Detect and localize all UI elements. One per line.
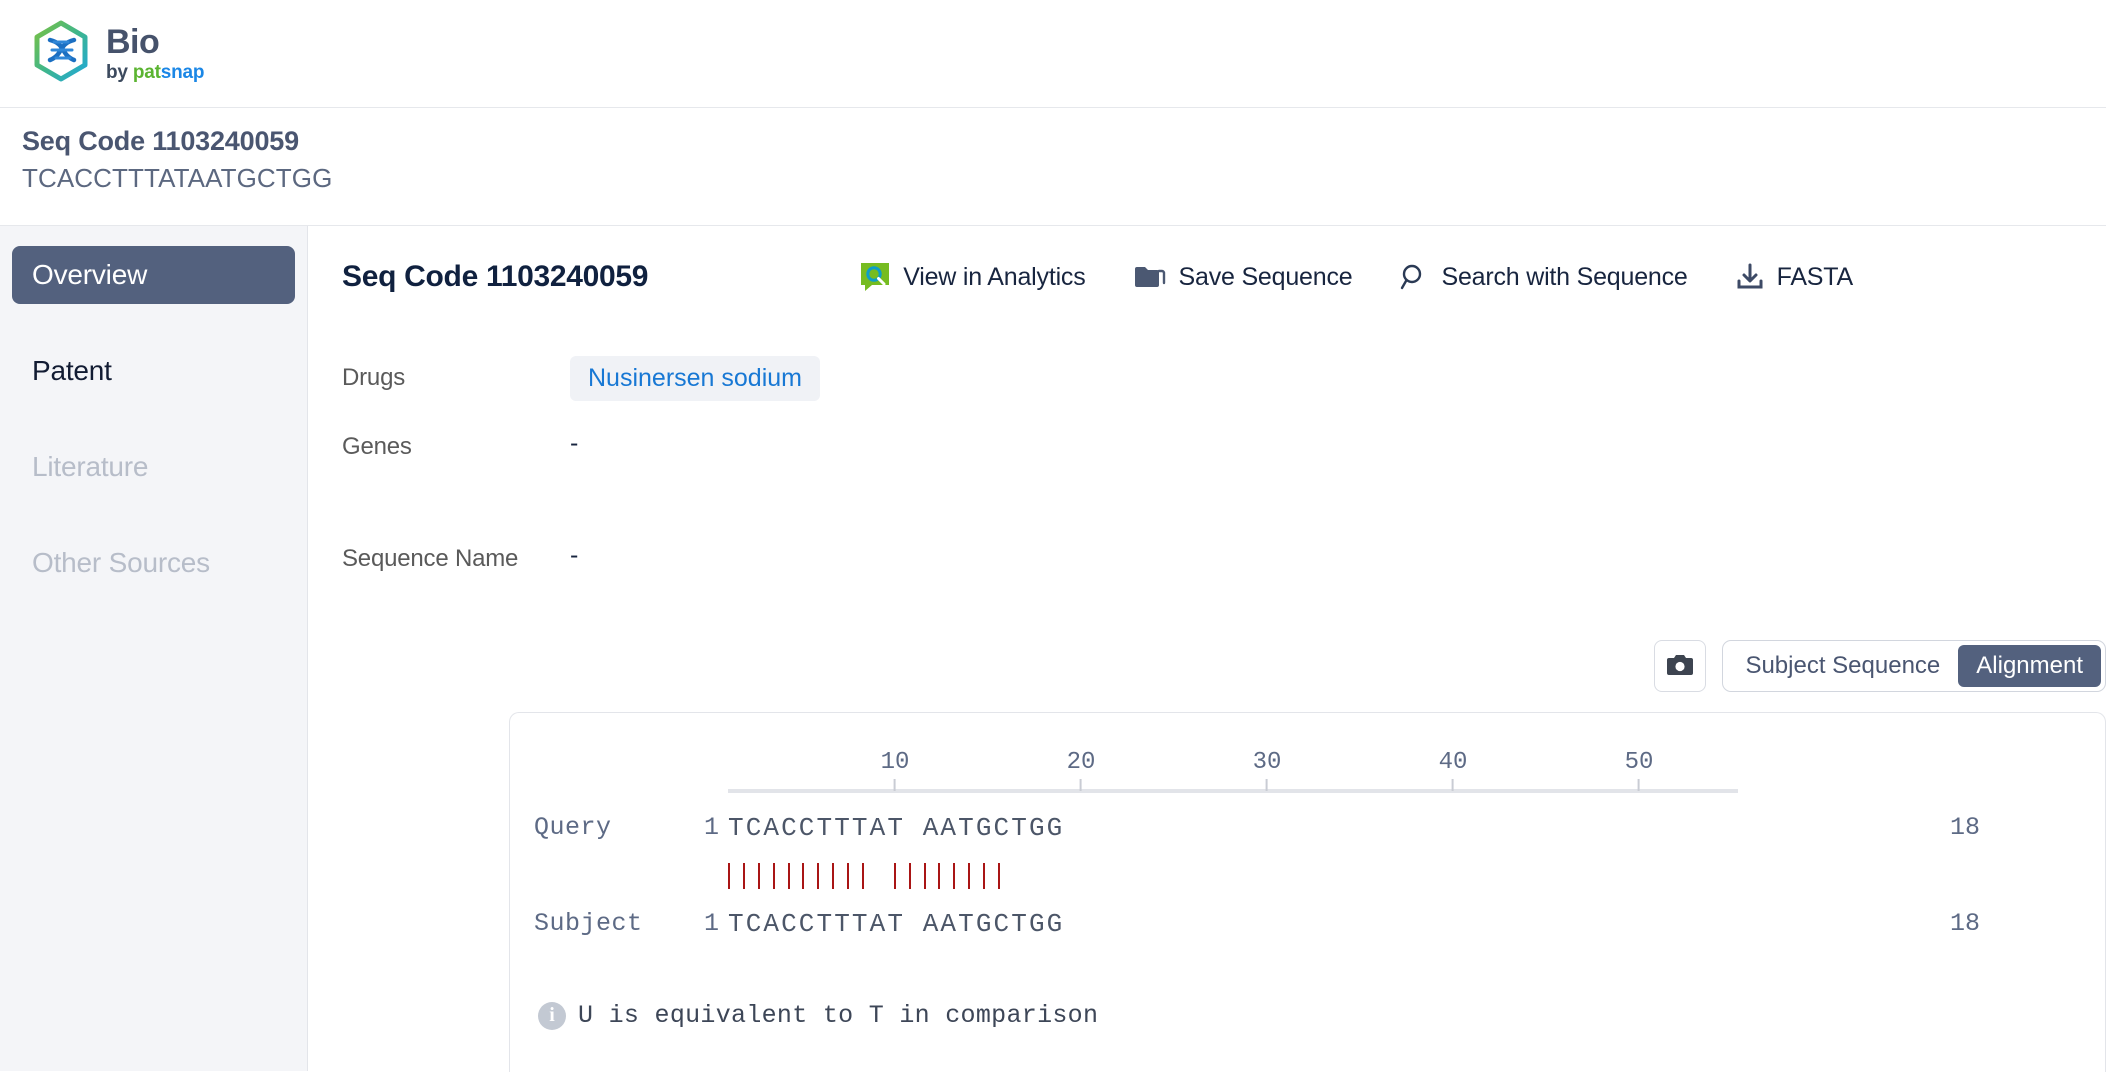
fasta-download-button[interactable]: FASTA — [1736, 263, 1853, 292]
app-page: Bio by patsnap Seq Code 1103240059 TCACC… — [0, 0, 2106, 1072]
tick-mark — [894, 779, 896, 791]
info-table: Drugs Nusinersen sodium Genes - Sequence… — [342, 356, 2106, 573]
sequence-header: Seq Code 1103240059 TCACCTTTATAATGCTGG — [0, 108, 2106, 226]
match-bar — [968, 863, 971, 889]
sidebar-item-overview[interactable]: Overview — [12, 246, 295, 304]
match-bar — [772, 863, 775, 889]
screenshot-button[interactable] — [1654, 640, 1707, 692]
fasta-label: FASTA — [1776, 262, 1854, 291]
brand-pat: pat — [132, 62, 161, 83]
subject-end: 18 — [1950, 909, 1981, 938]
sequence-header-title: Seq Code 1103240059 — [22, 126, 299, 156]
drug-chip[interactable]: Nusinersen sodium — [570, 356, 820, 401]
match-bar — [893, 863, 896, 889]
sidebar-item-label: Overview — [32, 259, 148, 290]
sidebar: Overview Patent Literature Other Sources — [0, 226, 308, 1071]
match-bar — [938, 863, 941, 889]
view-mode-toggle: Subject Sequence Alignment — [1722, 640, 2106, 692]
query-sequence: TCACCTTTAT AATGCTGG — [728, 813, 1065, 843]
ruler-tick-10: 10 — [881, 751, 909, 791]
match-bar — [742, 863, 745, 889]
match-bar — [832, 863, 835, 889]
save-sequence-label: Save Sequence — [1178, 262, 1353, 291]
camera-icon — [1665, 654, 1695, 678]
search-icon — [1400, 263, 1428, 291]
ruler-baseline — [728, 789, 1738, 793]
genes-value: - — [570, 425, 578, 458]
info-icon: i — [538, 1001, 566, 1030]
info-row-sequence-name: Sequence Name - — [342, 537, 2106, 573]
query-start: 1 — [703, 813, 719, 842]
sequence-name-value: - — [570, 537, 578, 570]
action-buttons: View in Analytics Save Sequence Search w… — [860, 262, 1853, 292]
match-bar — [998, 863, 1001, 889]
tick-mark — [1452, 779, 1454, 791]
ruler-tick-30: 30 — [1253, 751, 1281, 791]
match-bar — [802, 863, 805, 889]
alignment-note: i U is equivalent to T in comparison — [538, 1001, 1098, 1030]
info-row-drugs: Drugs Nusinersen sodium — [342, 356, 2106, 401]
folder-icon — [1134, 264, 1166, 290]
tick-mark — [1638, 779, 1640, 791]
tick-mark — [1266, 779, 1268, 791]
brand-subtitle: by patsnap — [106, 62, 205, 83]
alignment-ruler: 10 20 30 40 50 — [728, 751, 1738, 793]
match-bar — [817, 863, 820, 889]
match-bar — [847, 863, 850, 889]
brand-title: Bio — [106, 23, 160, 61]
sidebar-item-literature: Literature — [12, 438, 295, 496]
match-bar — [787, 863, 790, 889]
query-end: 18 — [1950, 813, 1981, 842]
alignment-card: 10 20 30 40 50 Query 1 TCACCTTTAT AATGCT… — [509, 712, 2106, 1072]
subject-label: Subject — [534, 909, 643, 938]
dna-hexagon-logo-icon — [30, 20, 92, 88]
genes-label: Genes — [342, 433, 412, 460]
match-bar — [728, 863, 730, 889]
page-title: Seq Code 1103240059 — [342, 260, 649, 293]
sequence-name-dash: - — [570, 541, 579, 569]
drugs-label: Drugs — [342, 364, 406, 391]
sidebar-item-label: Literature — [32, 451, 149, 482]
sidebar-item-other-sources: Other Sources — [12, 534, 295, 592]
query-label: Query — [534, 813, 612, 842]
sidebar-item-label: Other Sources — [32, 547, 210, 578]
view-in-analytics-button[interactable]: View in Analytics — [860, 262, 1086, 292]
search-with-sequence-label: Search with Sequence — [1441, 262, 1688, 291]
analytics-icon — [860, 262, 890, 292]
ruler-tick-50: 50 — [1625, 751, 1653, 791]
match-bar — [953, 863, 956, 889]
tick-mark — [1080, 779, 1082, 791]
subject-sequence: TCACCTTTAT AATGCTGG — [728, 909, 1065, 939]
alignment-note-text: U is equivalent to T in comparison — [578, 1001, 1099, 1030]
toggle-alignment[interactable]: Alignment — [1958, 645, 2101, 687]
match-bars — [728, 863, 1001, 889]
match-bar — [908, 863, 911, 889]
view-controls: Subject Sequence Alignment — [1654, 640, 2106, 692]
main-toolbar: Seq Code 1103240059 View in Analytics Sa… — [342, 250, 2106, 304]
sidebar-item-patent[interactable]: Patent — [12, 342, 295, 400]
download-icon — [1736, 263, 1764, 291]
search-with-sequence-button[interactable]: Search with Sequence — [1400, 262, 1688, 292]
toggle-subject-sequence[interactable]: Subject Sequence — [1727, 645, 1958, 687]
sequence-header-string: TCACCTTTATAATGCTGG — [22, 163, 333, 193]
brand-bar: Bio by patsnap — [0, 0, 2106, 108]
match-bar — [757, 863, 760, 889]
match-bar — [983, 863, 986, 889]
brand-by: by — [106, 62, 133, 83]
save-sequence-button[interactable]: Save Sequence — [1134, 263, 1353, 292]
brand-logo[interactable]: Bio by patsnap — [30, 20, 205, 88]
genes-dash: - — [570, 429, 579, 457]
view-in-analytics-label: View in Analytics — [903, 262, 1086, 291]
ruler-tick-20: 20 — [1067, 751, 1095, 791]
drugs-value: Nusinersen sodium — [570, 356, 820, 401]
match-bar — [923, 863, 926, 889]
brand-snap: snap — [160, 62, 205, 83]
sidebar-item-label: Patent — [32, 355, 112, 386]
sequence-name-label: Sequence Name — [342, 545, 519, 572]
ruler-tick-40: 40 — [1439, 751, 1467, 791]
subject-start: 1 — [703, 909, 719, 938]
info-row-genes: Genes - — [342, 425, 2106, 461]
